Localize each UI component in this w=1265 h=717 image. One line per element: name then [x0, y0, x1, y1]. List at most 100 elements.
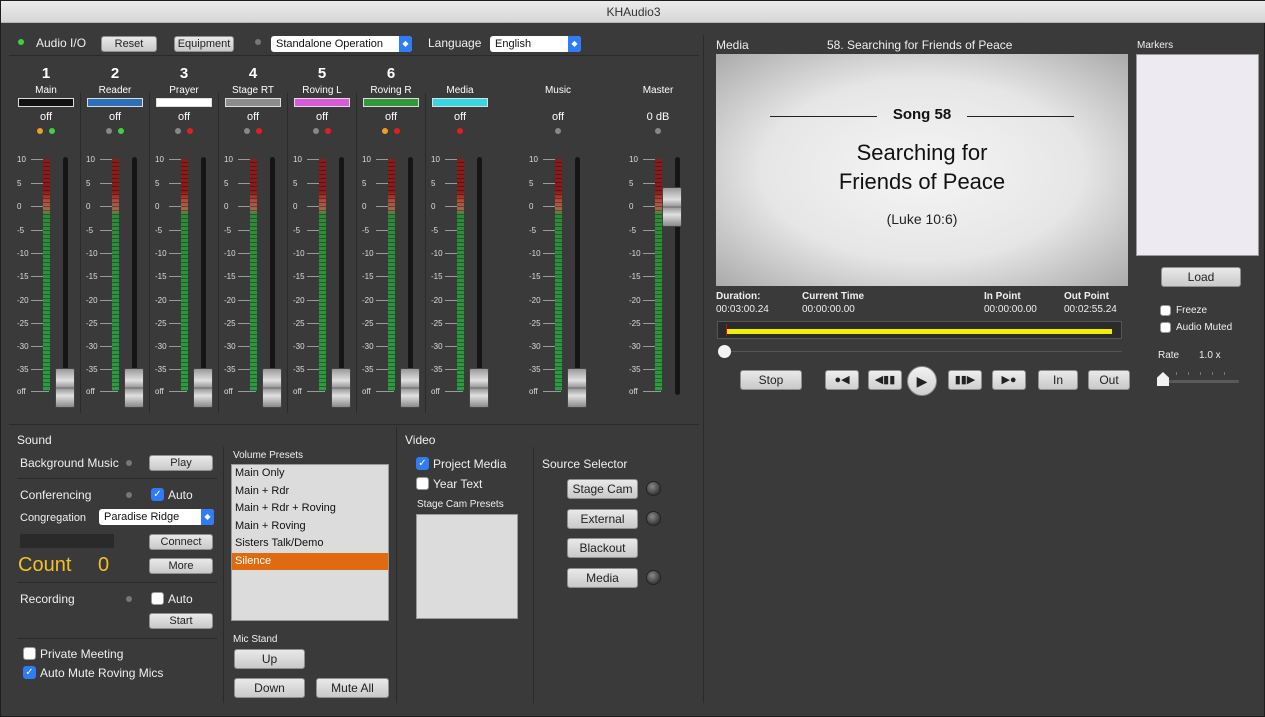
stage-cam-presets-list[interactable] — [416, 514, 518, 619]
conferencing-auto-checkbox[interactable]: ✓ — [151, 488, 164, 501]
connection-status-bar — [20, 534, 114, 548]
rate-slider-ticks — [1176, 372, 1236, 375]
slide-title-line2: Friends of Peace — [838, 169, 1006, 194]
channel-color-swatch[interactable] — [87, 98, 143, 107]
more-button[interactable]: More — [149, 558, 213, 574]
scale-label: -35 — [529, 365, 541, 374]
scale-label: 10 — [293, 155, 302, 164]
channel-color-swatch[interactable] — [18, 98, 74, 107]
fader-track[interactable] — [270, 157, 275, 395]
auto-mute-checkbox[interactable]: ✓ — [23, 666, 36, 679]
channel-status: off — [246, 111, 260, 123]
channel-status: 0 dB — [646, 111, 670, 123]
preset-item[interactable]: Sisters Talk/Demo — [232, 535, 388, 553]
step-back-button[interactable]: ◀▮▮ — [868, 370, 902, 390]
rate-slider-knob[interactable] — [1157, 372, 1169, 386]
mixer-channel: 3 Prayer off 10 5 0 -5 -10 -15 -20 -25 -30 -35 off — [151, 1, 217, 421]
scale-label: -15 — [155, 272, 167, 281]
step-forward-button[interactable]: ▮▮▶ — [948, 370, 982, 390]
fader-track[interactable] — [477, 157, 482, 395]
year-text-checkbox[interactable] — [416, 477, 429, 490]
set-out-button[interactable]: Out — [1088, 370, 1130, 390]
channel-name: Stage RT — [231, 85, 275, 96]
channel-number: 3 — [179, 65, 189, 82]
project-media-checkbox[interactable]: ✓ — [416, 457, 429, 470]
blackout-button[interactable]: Blackout — [567, 538, 638, 558]
mic-up-button[interactable]: Up — [234, 649, 305, 669]
fader-knob[interactable] — [567, 368, 587, 408]
recording-auto-checkbox[interactable] — [151, 592, 164, 605]
channel-color-swatch[interactable] — [156, 98, 212, 107]
congregation-select[interactable]: Paradise Ridge ◆ — [99, 509, 214, 525]
scale-label: 10 — [86, 155, 95, 164]
preset-item[interactable]: Main + Rdr — [232, 483, 388, 501]
level-meter — [655, 159, 662, 391]
in-out-range-fill — [726, 329, 1112, 334]
private-meeting-checkbox[interactable] — [23, 647, 36, 660]
connect-button[interactable]: Connect — [149, 534, 213, 550]
load-button[interactable]: Load — [1161, 267, 1241, 287]
recording-status-icon — [126, 596, 132, 602]
fader-knob[interactable] — [331, 368, 351, 408]
channel-status: off — [453, 111, 467, 123]
level-meter — [319, 159, 326, 391]
scale-label: off — [293, 387, 302, 396]
fader-track[interactable] — [575, 157, 580, 395]
audio-muted-checkbox[interactable] — [1160, 322, 1171, 333]
media-current-title: 58. Searching for Friends of Peace — [827, 38, 1013, 52]
fader-knob[interactable] — [55, 368, 75, 408]
scale-label: -5 — [293, 226, 301, 235]
channel-color-swatch[interactable] — [432, 98, 488, 107]
preset-item[interactable]: Main + Rdr + Roving — [232, 500, 388, 518]
channel-color-swatch[interactable] — [294, 98, 350, 107]
rate-value: 1.0 x — [1199, 350, 1221, 361]
scale-label: 10 — [431, 155, 440, 164]
stage-cam-button[interactable]: Stage Cam — [567, 479, 638, 499]
markers-list[interactable] — [1136, 54, 1259, 256]
fader-knob[interactable] — [124, 368, 144, 408]
volume-presets-list[interactable]: Main Only Main + Rdr Main + Rdr + Roving… — [231, 464, 389, 621]
playhead-track[interactable] — [724, 351, 1122, 352]
channel-color-swatch[interactable] — [225, 98, 281, 107]
channel-color-swatch[interactable] — [363, 98, 419, 107]
mic-down-button[interactable]: Down — [234, 678, 305, 698]
preset-item[interactable]: Main + Roving — [232, 518, 388, 536]
markers-title: Markers — [1137, 40, 1174, 51]
mixer-channel: Media off 10 5 0 -5 -10 -15 -20 -25 -30 -35 off — [427, 1, 493, 421]
stop-button[interactable]: Stop — [740, 370, 802, 390]
play-button-media[interactable]: ▶ — [907, 366, 937, 396]
start-button[interactable]: Start — [149, 613, 213, 629]
playhead-knob[interactable] — [718, 345, 731, 358]
fader-track[interactable] — [132, 157, 137, 395]
fader-track[interactable] — [408, 157, 413, 395]
fader-knob[interactable] — [662, 187, 682, 227]
fader-knob[interactable] — [400, 368, 420, 408]
fader-knob[interactable] — [262, 368, 282, 408]
scale-label: -5 — [362, 226, 370, 235]
level-meter — [43, 159, 50, 391]
preset-item[interactable]: Main Only — [232, 465, 388, 483]
next-marker-button[interactable]: ▶● — [992, 370, 1026, 390]
step-forward-icon: ▮▮▶ — [954, 374, 976, 386]
fader-track[interactable] — [201, 157, 206, 395]
mute-all-button[interactable]: Mute All — [316, 678, 389, 698]
rate-slider-track[interactable] — [1163, 380, 1239, 383]
sound-divider-1 — [17, 478, 217, 479]
play-button[interactable]: Play — [149, 455, 213, 471]
freeze-checkbox[interactable] — [1160, 305, 1171, 316]
scale-label: 5 — [293, 179, 298, 188]
previous-marker-button[interactable]: ●◀ — [825, 370, 859, 390]
app-window: KHAudio3 Audio I/O Reset Equipment Stand… — [0, 0, 1265, 717]
mixer-divider — [9, 424, 699, 425]
preset-item-selected[interactable]: Silence — [232, 552, 388, 570]
fader-knob[interactable] — [193, 368, 213, 408]
fader-knob[interactable] — [469, 368, 489, 408]
fader-track[interactable] — [63, 157, 68, 395]
set-in-button[interactable]: In — [1038, 370, 1078, 390]
fader-track[interactable] — [339, 157, 344, 395]
scale-label: 5 — [431, 179, 436, 188]
media-source-button[interactable]: Media — [567, 568, 638, 588]
level-meter — [181, 159, 188, 391]
external-button[interactable]: External — [567, 509, 638, 529]
scale-label: -25 — [86, 319, 98, 328]
